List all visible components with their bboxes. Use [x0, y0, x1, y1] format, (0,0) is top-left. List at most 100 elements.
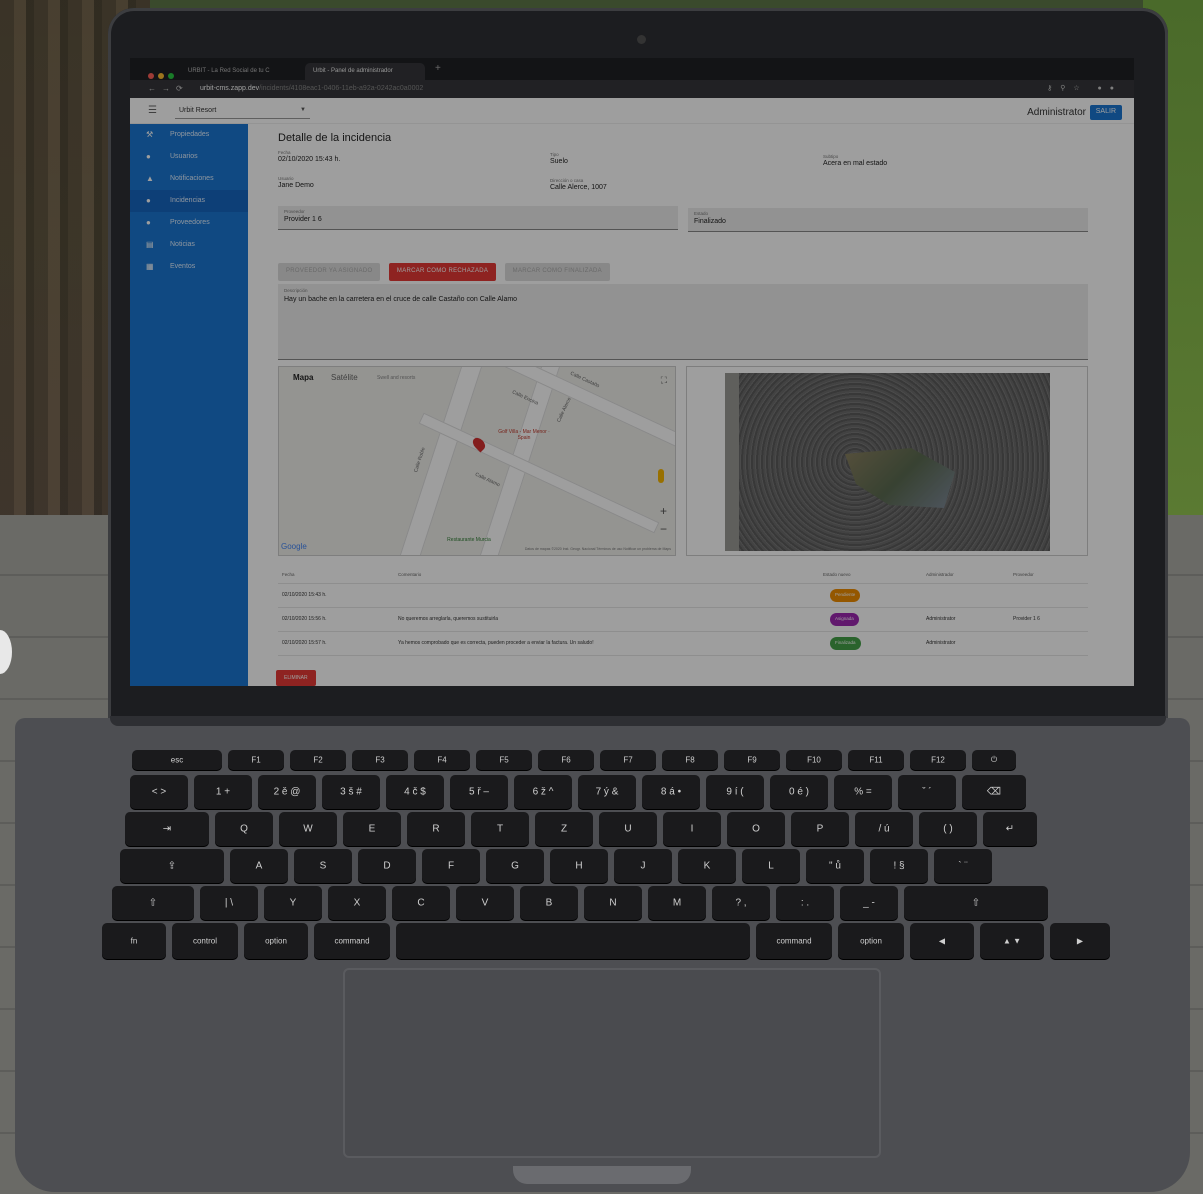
sidebar-item-incidencias[interactable]: ● Incidencias	[130, 190, 248, 212]
description-field[interactable]: Descripción Hay un bache en la carretera…	[278, 284, 1088, 360]
key-symbol[interactable]: ⌫	[962, 775, 1026, 809]
key-4[interactable]: 4 č $	[386, 775, 444, 809]
sidebar-item-proveedores[interactable]: ● Proveedores	[130, 212, 248, 234]
key-f9[interactable]: F9	[724, 750, 780, 770]
key-f2[interactable]: F2	[290, 750, 346, 770]
key-symbol[interactable]: ↵	[983, 812, 1037, 846]
key-symbol[interactable]: ⇥	[125, 812, 209, 846]
logout-button[interactable]: SALIR	[1089, 105, 1122, 120]
key-h[interactable]: H	[550, 849, 608, 883]
key-symbol[interactable]: / ú	[855, 812, 913, 846]
map-tab-satelite[interactable]: Satélite	[331, 373, 358, 382]
key-q[interactable]: Q	[215, 812, 273, 846]
street-view-icon[interactable]	[658, 469, 664, 483]
key-f10[interactable]: F10	[786, 750, 842, 770]
url-field[interactable]: urbit-cms.zapp.dev/incidents/4108eac1-04…	[200, 85, 423, 92]
key-f8[interactable]: F8	[662, 750, 718, 770]
key-y[interactable]: Y	[264, 886, 322, 920]
key-symbol[interactable]: ⇪	[120, 849, 224, 883]
nav-buttons[interactable]: ←→⟳	[148, 84, 189, 93]
key-option[interactable]: option	[838, 923, 904, 959]
key-d[interactable]: D	[358, 849, 416, 883]
sidebar-item-eventos[interactable]: ▦ Eventos	[130, 256, 248, 278]
sidebar-item-noticias[interactable]: ▤ Noticias	[130, 234, 248, 256]
key-symbol[interactable]: ◀	[910, 923, 974, 959]
key-l[interactable]: L	[742, 849, 800, 883]
key-f5[interactable]: F5	[476, 750, 532, 770]
key-e[interactable]: E	[343, 812, 401, 846]
new-tab-icon[interactable]: +	[435, 63, 441, 74]
key-symbol[interactable]: ˇ ´	[898, 775, 956, 809]
key-symbol[interactable]: ⇧	[904, 886, 1048, 920]
trackpad[interactable]	[343, 968, 881, 1158]
assign-provider-button[interactable]: PROVEEDOR YA ASIGNADO	[278, 263, 381, 281]
key-symbol[interactable]: % =	[834, 775, 892, 809]
key-space[interactable]	[396, 923, 750, 959]
key-p[interactable]: P	[791, 812, 849, 846]
key-command[interactable]: command	[756, 923, 832, 959]
key-z[interactable]: Z	[535, 812, 593, 846]
key-t[interactable]: T	[471, 812, 529, 846]
key-symbol[interactable]: ▶	[1050, 923, 1110, 959]
key-r[interactable]: R	[407, 812, 465, 846]
key-g[interactable]: G	[486, 849, 544, 883]
key-s[interactable]: S	[294, 849, 352, 883]
key-x[interactable]: X	[328, 886, 386, 920]
key-5[interactable]: 5 ř –	[450, 775, 508, 809]
estado-select[interactable]: Estado Finalizado	[688, 208, 1088, 232]
key-0[interactable]: 0 é )	[770, 775, 828, 809]
fullscreen-icon[interactable]: ⛶	[661, 375, 667, 386]
key-symbol[interactable]: : .	[776, 886, 834, 920]
key-a[interactable]: A	[230, 849, 288, 883]
key-f3[interactable]: F3	[352, 750, 408, 770]
key-w[interactable]: W	[279, 812, 337, 846]
key-symbol[interactable]: ` ¨	[934, 849, 992, 883]
key-k[interactable]: K	[678, 849, 736, 883]
key-fn[interactable]: fn	[102, 923, 166, 959]
key-1[interactable]: 1 +	[194, 775, 252, 809]
key-control[interactable]: control	[172, 923, 238, 959]
browser-toolbar-icons[interactable]: ⚷⚲☆ ●●	[1047, 84, 1122, 92]
resort-select[interactable]: Urbit Resort ▼	[175, 103, 310, 119]
key-f4[interactable]: F4	[414, 750, 470, 770]
key-f11[interactable]: F11	[848, 750, 904, 770]
key-f12[interactable]: F12	[910, 750, 966, 770]
key-f6[interactable]: F6	[538, 750, 594, 770]
key-m[interactable]: M	[648, 886, 706, 920]
browser-tab-admin[interactable]: Urbit - Panel de administrador	[305, 63, 425, 80]
key-9[interactable]: 9 í (	[706, 775, 764, 809]
key-symbol[interactable]: _ -	[840, 886, 898, 920]
key-symbol[interactable]: ! §	[870, 849, 928, 883]
key-u[interactable]: U	[599, 812, 657, 846]
key-command[interactable]: command	[314, 923, 390, 959]
key-esc[interactable]: esc	[132, 750, 222, 770]
key-2[interactable]: 2 ě @	[258, 775, 316, 809]
key-i[interactable]: I	[663, 812, 721, 846]
key-8[interactable]: 8 á •	[642, 775, 700, 809]
key-3[interactable]: 3 š #	[322, 775, 380, 809]
key-f1[interactable]: F1	[228, 750, 284, 770]
key-6[interactable]: 6 ž ^	[514, 775, 572, 809]
incident-photo[interactable]	[725, 373, 1050, 551]
key-b[interactable]: B	[520, 886, 578, 920]
key-option[interactable]: option	[244, 923, 308, 959]
key-o[interactable]: O	[727, 812, 785, 846]
proveedor-select[interactable]: Proveedor Provider 1 6	[278, 206, 678, 230]
finalize-button[interactable]: MARCAR COMO FINALIZADA	[504, 263, 610, 281]
sidebar-item-notificaciones[interactable]: ▲ Notificaciones	[130, 168, 248, 190]
key-symbol[interactable]: ▲ ▼	[980, 923, 1044, 959]
key-f[interactable]: F	[422, 849, 480, 883]
key-f7[interactable]: F7	[600, 750, 656, 770]
map-tab-mapa[interactable]: Mapa	[293, 373, 313, 382]
reject-button[interactable]: MARCAR COMO RECHAZADA	[388, 263, 497, 281]
key-symbol[interactable]: ( )	[919, 812, 977, 846]
key-7[interactable]: 7 ý &	[578, 775, 636, 809]
location-map[interactable]: Mapa Satélite Swell and resorts Calle En…	[278, 366, 676, 556]
key-n[interactable]: N	[584, 886, 642, 920]
key-symbol[interactable]: ⏻	[972, 750, 1016, 770]
sidebar-item-usuarios[interactable]: ● Usuarios	[130, 146, 248, 168]
menu-icon[interactable]: ☰	[148, 105, 157, 116]
zoom-controls[interactable]: + −	[660, 502, 667, 538]
key-j[interactable]: J	[614, 849, 672, 883]
key-symbol[interactable]: | \	[200, 886, 258, 920]
